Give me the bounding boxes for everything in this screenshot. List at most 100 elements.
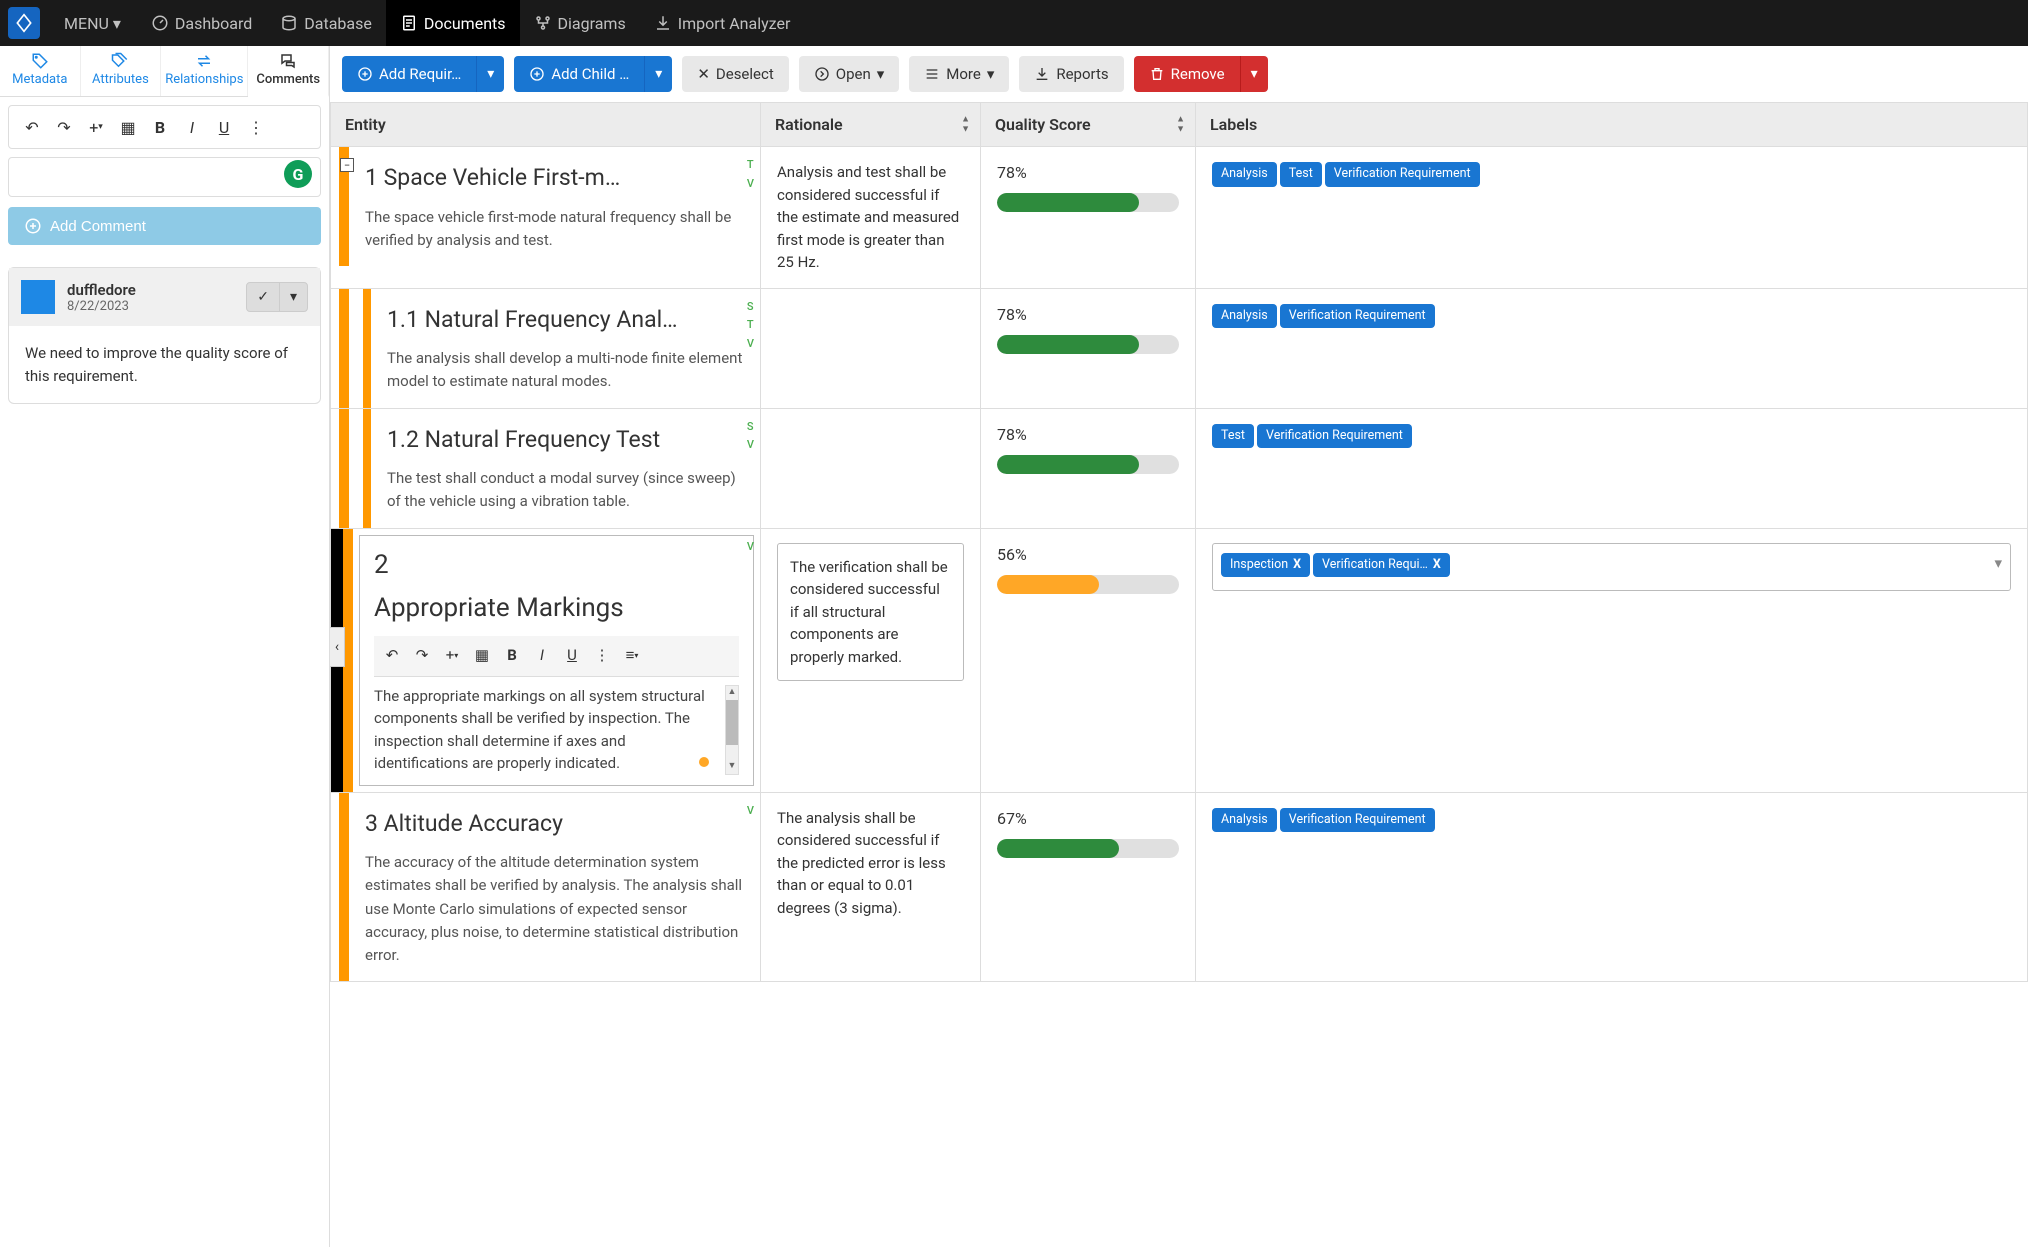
comment-editor[interactable]: G bbox=[8, 157, 321, 197]
redo-button[interactable]: ↷ bbox=[408, 642, 436, 670]
entity-desc: The test shall conduct a modal survey (s… bbox=[387, 467, 744, 514]
menu-dropdown[interactable]: MENU ▾ bbox=[50, 0, 129, 46]
undo-button[interactable]: ↶ bbox=[17, 112, 47, 142]
remove-button[interactable]: Remove bbox=[1134, 56, 1240, 92]
label-pill[interactable]: InspectionX bbox=[1221, 553, 1310, 578]
more-button[interactable]: More ▾ bbox=[909, 56, 1009, 92]
col-labels[interactable]: Labels bbox=[1196, 103, 2028, 147]
label-pill[interactable]: Verification Requirement bbox=[1280, 808, 1435, 833]
left-tabs: Metadata Attributes Relationships Commen… bbox=[0, 46, 329, 97]
th-label: Rationale bbox=[775, 115, 843, 134]
rationale-text: Analysis and test shall be considered su… bbox=[777, 163, 959, 271]
col-entity[interactable]: Entity bbox=[331, 103, 761, 147]
entity-number: 2 bbox=[374, 546, 739, 585]
redo-button[interactable]: ↷ bbox=[49, 112, 79, 142]
nav-database[interactable]: Database bbox=[266, 0, 386, 46]
entity-desc-editor[interactable]: The appropriate markings on all system s… bbox=[374, 685, 739, 775]
table-row[interactable]: 1.1 Natural Frequency Anal… The analysis… bbox=[331, 288, 2028, 408]
remove-label-icon[interactable]: X bbox=[1293, 557, 1301, 572]
nav-documents[interactable]: Documents bbox=[386, 0, 520, 46]
comment-username: duffledore bbox=[67, 281, 234, 299]
label-pill[interactable]: Analysis bbox=[1212, 304, 1277, 329]
nav-diagrams[interactable]: Diagrams bbox=[520, 0, 640, 46]
verification-tags: TV bbox=[747, 157, 754, 192]
remove-dropdown[interactable]: ▾ bbox=[1240, 56, 1268, 92]
col-rationale[interactable]: Rationale ▲▼ bbox=[761, 103, 981, 147]
table-row[interactable]: 1 Space Vehicle First-m… The space vehic… bbox=[331, 147, 2028, 289]
btn-label: Deselect bbox=[716, 65, 774, 83]
verification-tags: V bbox=[747, 539, 754, 556]
more-button[interactable]: ⋮ bbox=[588, 642, 616, 670]
plus-circle-icon bbox=[357, 66, 373, 82]
sort-icon[interactable]: ▲▼ bbox=[961, 115, 970, 134]
undo-button[interactable]: ↶ bbox=[378, 642, 406, 670]
italic-button[interactable]: I bbox=[528, 642, 556, 670]
tab-label: Comments bbox=[256, 72, 320, 87]
add-requirement-button[interactable]: Add Requir… bbox=[342, 56, 476, 92]
italic-button[interactable]: I bbox=[177, 112, 207, 142]
underline-button[interactable]: U bbox=[209, 112, 239, 142]
remove-label-icon[interactable]: X bbox=[1433, 557, 1441, 572]
media-button[interactable]: ▦ bbox=[113, 112, 143, 142]
action-bar: Add Requir… ▾ Add Child … ▾ ✕ Deselect O… bbox=[330, 46, 2028, 102]
quality-percent: 56% bbox=[997, 543, 1179, 567]
reports-button[interactable]: Reports bbox=[1019, 56, 1123, 92]
app-logo[interactable] bbox=[8, 7, 40, 39]
sort-icon[interactable]: ▲▼ bbox=[1176, 115, 1185, 134]
labels-editor[interactable]: InspectionXVerification Requi…X ▾ bbox=[1212, 543, 2011, 592]
label-pill[interactable]: Verification Requi…X bbox=[1313, 553, 1450, 578]
media-button[interactable]: ▦ bbox=[468, 642, 496, 670]
col-quality[interactable]: Quality Score ▲▼ bbox=[981, 103, 1196, 147]
nav-dashboard[interactable]: Dashboard bbox=[137, 0, 266, 46]
deselect-button[interactable]: ✕ Deselect bbox=[682, 56, 788, 92]
scrollbar[interactable]: ▲ ▼ bbox=[725, 685, 739, 775]
panel-collapse-handle[interactable]: ‹ bbox=[330, 627, 345, 667]
scroll-down-arrow-icon[interactable]: ▼ bbox=[726, 760, 738, 774]
btn-label: Remove bbox=[1171, 65, 1225, 83]
rationale-editor[interactable]: The verification shall be considered suc… bbox=[777, 543, 964, 682]
tab-comments[interactable]: Comments bbox=[248, 46, 329, 97]
labels-dropdown-icon[interactable]: ▾ bbox=[1994, 552, 2002, 575]
label-pill[interactable]: Verification Requirement bbox=[1325, 162, 1480, 187]
label-pill[interactable]: Analysis bbox=[1212, 162, 1277, 187]
open-button[interactable]: Open ▾ bbox=[799, 56, 900, 92]
bold-button[interactable]: B bbox=[498, 642, 526, 670]
btn-label: More bbox=[946, 65, 981, 83]
tag-icon bbox=[30, 52, 50, 70]
scroll-up-arrow-icon[interactable]: ▲ bbox=[726, 686, 738, 700]
comment-actions: ✓ ▾ bbox=[246, 282, 308, 312]
table-row[interactable]: 2 Appropriate Markings ↶ ↷ +▾ ▦ B I U ⋮ … bbox=[331, 528, 2028, 792]
btn-label: Open bbox=[836, 65, 871, 83]
scroll-thumb[interactable] bbox=[726, 700, 738, 745]
tree-collapse-toggle[interactable]: − bbox=[340, 158, 354, 172]
label-pill[interactable]: Test bbox=[1212, 424, 1254, 449]
arrow-right-circle-icon bbox=[814, 66, 830, 82]
label-pill[interactable]: Test bbox=[1280, 162, 1322, 187]
table-row[interactable]: 3 Altitude Accuracy The accuracy of the … bbox=[331, 792, 2028, 982]
label-pill[interactable]: Verification Requirement bbox=[1280, 304, 1435, 329]
nav-import-analyzer[interactable]: Import Analyzer bbox=[640, 0, 805, 46]
add-dropdown[interactable]: +▾ bbox=[438, 642, 466, 670]
add-child-button[interactable]: Add Child … bbox=[514, 56, 644, 92]
x-icon: ✕ bbox=[697, 65, 710, 83]
tab-label: Metadata bbox=[12, 72, 67, 87]
add-requirement-dropdown[interactable]: ▾ bbox=[476, 56, 504, 92]
label-pill[interactable]: Verification Requirement bbox=[1257, 424, 1412, 449]
align-button[interactable]: ≡▾ bbox=[618, 642, 646, 670]
caret-down-icon: ▾ bbox=[877, 65, 885, 83]
label-pill[interactable]: Analysis bbox=[1212, 808, 1277, 833]
add-dropdown[interactable]: +▾ bbox=[81, 112, 111, 142]
add-child-dropdown[interactable]: ▾ bbox=[644, 56, 672, 92]
add-comment-button[interactable]: Add Comment bbox=[8, 207, 321, 245]
tab-attributes[interactable]: Attributes bbox=[81, 46, 162, 96]
tab-metadata[interactable]: Metadata bbox=[0, 46, 81, 96]
plus-circle-icon bbox=[529, 66, 545, 82]
tab-relationships[interactable]: Relationships bbox=[161, 46, 248, 96]
more-toolbar-button[interactable]: ⋮ bbox=[241, 112, 271, 142]
comment-resolve-button[interactable]: ✓ bbox=[247, 283, 280, 311]
left-panel: Metadata Attributes Relationships Commen… bbox=[0, 46, 330, 1247]
underline-button[interactable]: U bbox=[558, 642, 586, 670]
comment-menu-button[interactable]: ▾ bbox=[280, 283, 307, 311]
bold-button[interactable]: B bbox=[145, 112, 175, 142]
table-row[interactable]: 1.2 Natural Frequency Test The test shal… bbox=[331, 408, 2028, 528]
